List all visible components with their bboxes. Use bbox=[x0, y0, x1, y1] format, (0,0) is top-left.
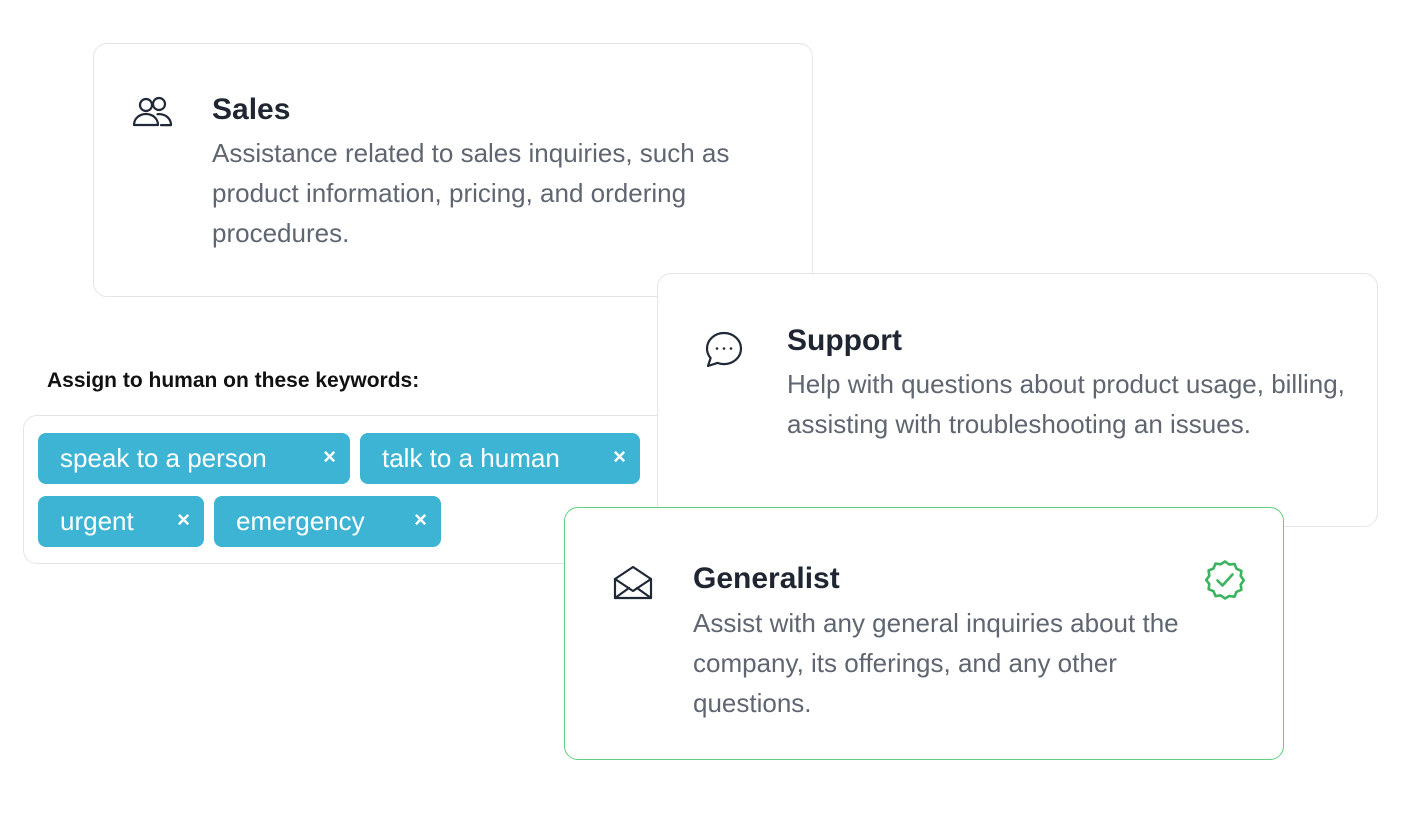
envelope-open-icon bbox=[611, 562, 655, 606]
keyword-tag: urgent × bbox=[38, 496, 204, 547]
keyword-tag: speak to a person × bbox=[38, 433, 350, 484]
keyword-tag: emergency × bbox=[214, 496, 441, 547]
card-description: Assist with any general inquiries about … bbox=[693, 608, 1179, 718]
keyword-tag-label: talk to a human bbox=[382, 443, 560, 473]
remove-tag-button[interactable]: × bbox=[613, 433, 626, 481]
card-title: Support bbox=[787, 324, 902, 357]
card-description: Help with questions about product usage,… bbox=[787, 369, 1345, 439]
chat-bubble-icon bbox=[702, 328, 746, 372]
keyword-tag: talk to a human × bbox=[360, 433, 640, 484]
keyword-tag-label: emergency bbox=[236, 506, 365, 536]
remove-tag-button[interactable]: × bbox=[177, 496, 190, 544]
sales-card[interactable]: Sales Assistance related to sales inquir… bbox=[93, 43, 813, 297]
keyword-tag-label: speak to a person bbox=[60, 443, 267, 473]
remove-tag-button[interactable]: × bbox=[323, 433, 336, 481]
card-title: Sales bbox=[212, 93, 291, 126]
users-icon bbox=[130, 90, 174, 134]
keyword-tag-label: urgent bbox=[60, 506, 134, 536]
support-card[interactable]: Support Help with questions about produc… bbox=[657, 273, 1378, 527]
remove-tag-button[interactable]: × bbox=[414, 496, 427, 544]
check-badge-icon bbox=[1203, 558, 1247, 602]
generalist-card[interactable]: Generalist Assist with any general inqui… bbox=[564, 507, 1284, 760]
keywords-heading: Assign to human on these keywords: bbox=[47, 369, 420, 392]
card-title: Generalist bbox=[693, 562, 840, 595]
card-description: Assistance related to sales inquiries, s… bbox=[212, 138, 730, 248]
